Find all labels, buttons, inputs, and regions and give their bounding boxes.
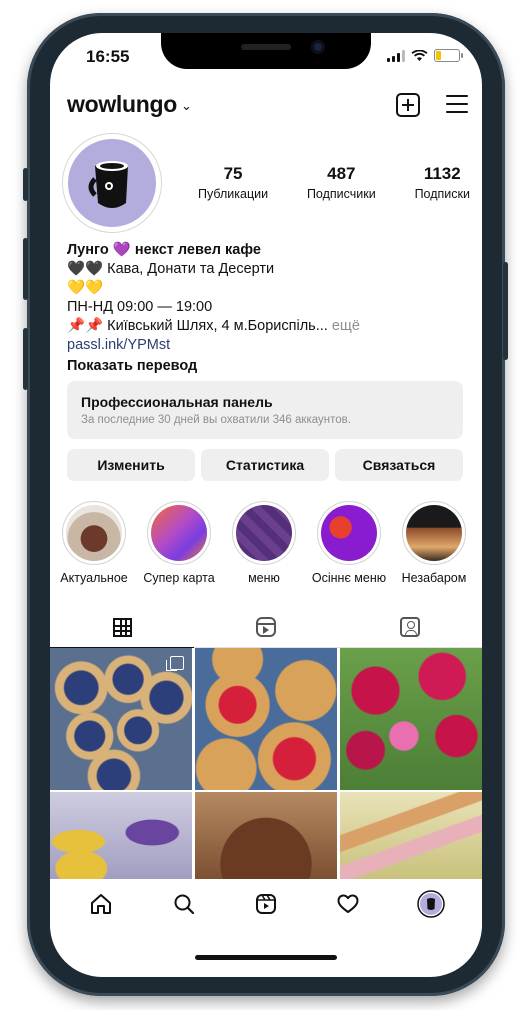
highlight-item[interactable]: Незабаром — [402, 501, 466, 585]
profile-stats: 75 Публикации 487 Подписчики 1132 Подпис… — [198, 164, 470, 201]
highlight-cover — [151, 505, 207, 561]
highlight-item[interactable]: Осіннє меню — [312, 501, 386, 585]
top-icons — [396, 93, 468, 117]
contact-button[interactable]: Связаться — [335, 449, 463, 481]
professional-dashboard[interactable]: Профессиональная панель За последние 30 … — [67, 381, 463, 439]
status-time: 16:55 — [86, 47, 130, 66]
stat-posts-label: Публикации — [198, 187, 269, 201]
bio-address: 📌📌 Київський Шлях, 4 м.Бориспіль... — [67, 318, 328, 334]
mute-switch — [23, 168, 28, 201]
chevron-down-icon: ⌄ — [181, 97, 192, 113]
highlight-label: Актуальное — [60, 571, 128, 585]
screen: 16:55 wowlungo ⌄ 75 Публикации 487 Подпи… — [50, 33, 482, 977]
post-thumbnail[interactable] — [195, 792, 337, 882]
insights-button[interactable]: Статистика — [201, 449, 329, 481]
menu-icon[interactable] — [446, 93, 468, 113]
post-thumbnail[interactable] — [340, 792, 482, 882]
stat-following-label: Подписки — [414, 187, 470, 201]
dashboard-subtitle: За последние 30 дней вы охватили 346 акк… — [81, 414, 351, 426]
avatar-image — [68, 139, 156, 227]
show-translation-link[interactable]: Показать перевод — [67, 357, 467, 376]
profile-actions: Изменить Статистика Связаться — [67, 449, 463, 481]
reels-icon — [256, 617, 276, 637]
notch — [161, 33, 371, 69]
stat-posts[interactable]: 75 Публикации — [198, 164, 268, 201]
stat-posts-value: 75 — [223, 164, 243, 183]
highlight-label: Осіннє меню — [311, 571, 387, 585]
bio-name: Лунго 💜 некст левел кафе — [67, 242, 261, 258]
bio-address-line: 📌📌 Київський Шлях, 4 м.Бориспіль... ещё — [67, 317, 467, 336]
post-thumbnail[interactable] — [340, 648, 482, 790]
volume-up-button — [23, 238, 28, 300]
camera — [311, 40, 325, 54]
stat-following[interactable]: 1132 Подписки — [415, 164, 470, 201]
stat-followers[interactable]: 487 Подписчики — [307, 164, 376, 201]
post-thumbnail[interactable] — [50, 648, 192, 790]
highlight-item[interactable]: Актуальное — [60, 501, 128, 585]
highlight-label: меню — [248, 571, 280, 585]
bio-more-link[interactable]: ещё — [328, 318, 360, 334]
bottom-nav — [50, 879, 482, 929]
home-icon[interactable] — [87, 890, 115, 918]
highlight-cover — [66, 505, 122, 561]
heart-icon[interactable] — [334, 890, 362, 918]
tab-reels[interactable] — [194, 607, 338, 647]
username-switcher[interactable]: wowlungo ⌄ — [67, 91, 192, 118]
status-icons — [387, 49, 463, 62]
search-icon[interactable] — [170, 890, 198, 918]
highlight-cover — [321, 505, 377, 561]
post-thumbnail[interactable] — [195, 648, 337, 790]
tagged-icon — [400, 617, 420, 637]
add-post-icon[interactable] — [396, 93, 420, 117]
bio-line: 🖤🖤 Кава, Донати та Десерти — [67, 261, 275, 277]
dashboard-title: Профессиональная панель — [81, 394, 273, 410]
tab-tagged[interactable] — [338, 607, 482, 647]
reels-icon[interactable] — [252, 890, 280, 918]
power-button — [503, 262, 508, 360]
battery-icon — [434, 49, 463, 62]
post-thumbnail[interactable] — [50, 792, 192, 882]
cup-logo-icon — [88, 161, 128, 208]
highlight-item[interactable]: Супер карта — [143, 501, 215, 585]
username: wowlungo — [67, 91, 178, 117]
speaker — [241, 44, 291, 50]
carousel-icon — [166, 656, 184, 671]
signal-icon — [387, 49, 405, 62]
highlight-label: Незабаром — [401, 571, 467, 585]
highlight-item[interactable]: меню — [232, 501, 296, 585]
bio-link[interactable]: passl.ink/YPMst — [67, 336, 467, 355]
volume-down-button — [23, 328, 28, 390]
edit-profile-button[interactable]: Изменить — [67, 449, 195, 481]
stat-following-value: 1132 — [423, 164, 461, 183]
stat-followers-label: Подписчики — [306, 187, 376, 201]
profile-avatar[interactable] — [62, 133, 162, 233]
bio: Лунго 💜 некст левел кафе 🖤🖤 Кава, Донати… — [67, 241, 467, 376]
highlight-cover — [236, 505, 292, 561]
highlight-cover — [406, 505, 462, 561]
wifi-icon — [411, 49, 428, 61]
tab-posts-grid[interactable] — [50, 607, 194, 648]
grid-icon — [112, 617, 132, 637]
highlight-label: Супер карта — [143, 571, 215, 585]
bio-line: 💛💛 — [67, 280, 104, 296]
story-highlights: Актуальное Супер карта меню Осіннє меню … — [60, 501, 482, 585]
bio-line: ПН-НД 09:00 — 19:00 — [67, 299, 213, 315]
stat-followers-value: 487 — [327, 164, 356, 183]
profile-avatar[interactable] — [417, 890, 445, 918]
posts-grid — [50, 648, 482, 882]
profile-tabs — [50, 607, 482, 648]
home-indicator[interactable] — [195, 955, 337, 960]
